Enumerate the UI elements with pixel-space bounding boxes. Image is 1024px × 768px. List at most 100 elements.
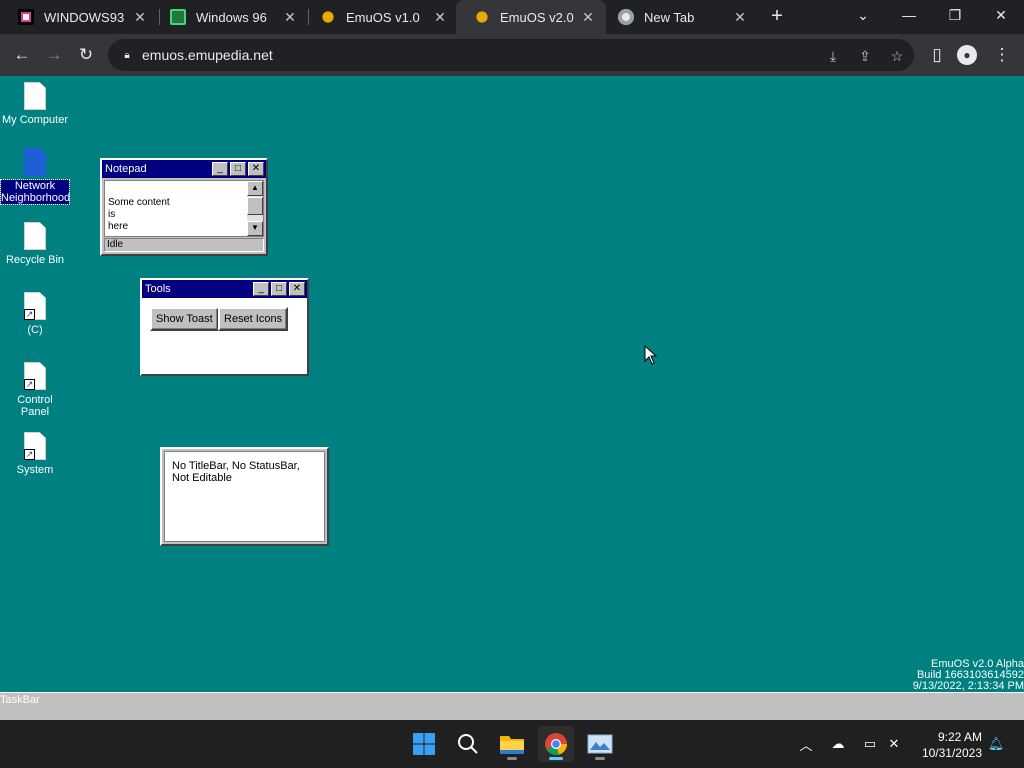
shortcut-arrow-icon: ↗ [24, 449, 35, 460]
minimize-icon[interactable]: _ [253, 282, 269, 296]
close-icon[interactable]: ✕ [732, 9, 748, 25]
close-icon[interactable]: ✕ [580, 9, 596, 25]
address-bar[interactable]: 🔒︎ emuos.emupedia.net ⤓ ⇪ ☆ [108, 39, 914, 71]
icon-label: My Computer [1, 114, 69, 126]
close-window-button[interactable]: ✕ [978, 0, 1024, 30]
tab-emuos-v1[interactable]: EmuOS v1.0 ✕ [302, 0, 458, 34]
tab-strip: WINDOWS93 ✕ Windows 96 ✕ EmuOS v1.0 ✕ Em… [0, 0, 1024, 34]
back-button[interactable]: ← [10, 43, 34, 67]
desktop-icon-system[interactable]: ↗ System [0, 432, 70, 476]
plain-window[interactable]: No TitleBar, No StatusBar, Not Editable [160, 447, 329, 546]
tools-titlebar[interactable]: Tools _ □ ✕ [142, 280, 307, 298]
version-info: EmuOS v2.0 Alpha Build 1663103614592 9/1… [913, 659, 1024, 692]
reset-icons-button[interactable]: Reset Icons [218, 307, 289, 331]
show-hidden-icons-chevron-icon[interactable]: ︿ [796, 734, 816, 754]
tab-title: WINDOWS93 [44, 9, 125, 25]
network-icon [24, 148, 46, 176]
minimize-button[interactable]: — [886, 0, 932, 30]
plain-window-text: No TitleBar, No StatusBar, Not Editable [172, 460, 300, 484]
tab-windows96[interactable]: Windows 96 ✕ [152, 0, 308, 34]
scroll-thumb[interactable] [247, 197, 263, 215]
window-title: Notepad [105, 163, 147, 175]
clock-date: 10/31/2023 [921, 746, 982, 760]
file-explorer-button[interactable] [494, 726, 530, 762]
close-icon[interactable]: ✕ [248, 162, 264, 176]
close-icon[interactable]: ✕ [132, 9, 148, 25]
close-icon[interactable]: ✕ [282, 9, 298, 25]
chrome-button[interactable] [538, 726, 574, 762]
start-button[interactable] [406, 726, 442, 762]
desktop-icon-my-computer[interactable]: My Computer [0, 82, 70, 126]
folder-icon [500, 736, 524, 754]
onedrive-icon[interactable]: ☁ [828, 734, 848, 754]
scroll-up-icon[interactable]: ▲ [247, 181, 263, 196]
notepad-line: Some content [108, 197, 170, 208]
status-bar: Idle [104, 238, 264, 252]
notepad-line: here [108, 221, 129, 232]
browser-menu-icon[interactable]: ⋮ [990, 43, 1014, 67]
vertical-scrollbar[interactable]: ▲ ▼ [247, 181, 263, 236]
show-toast-button[interactable]: Show Toast [150, 307, 219, 331]
search-button[interactable] [450, 726, 486, 762]
forward-button[interactable]: → [42, 43, 66, 67]
tab-title: EmuOS v1.0 [346, 9, 420, 25]
emuos-favicon [476, 11, 488, 23]
shortcut-arrow-icon: ↗ [24, 379, 35, 390]
windows-taskbar: ︿ ☁ ▭ ✕ 9:22 AM 10/31/2023 🔔︎ [0, 720, 1024, 768]
emuos-desktop[interactable]: My Computer Network Neighborhood Recycle… [0, 76, 1024, 720]
restore-button[interactable]: ❐ [932, 0, 978, 30]
maximize-icon[interactable]: □ [271, 282, 287, 296]
notification-bell-icon[interactable]: 🔔︎ [986, 734, 1006, 754]
share-icon[interactable]: ⇪ [856, 47, 874, 65]
shortcut-icon: ↗ [24, 362, 46, 390]
browser-toolbar: ← → ↻ 🔒︎ emuos.emupedia.net ⤓ ⇪ ☆ ▯ ● ⋮ [0, 34, 1024, 76]
install-app-icon[interactable]: ⤓ [824, 47, 842, 65]
maximize-icon[interactable]: □ [230, 162, 246, 176]
notepad-text-area[interactable]: Some content is here ▲ ▼ [104, 180, 264, 237]
notepad-titlebar[interactable]: Notepad _ □ ✕ [102, 160, 266, 178]
desktop-icon-network-neighborhood[interactable]: Network Neighborhood [0, 148, 71, 205]
profile-avatar[interactable]: ● [957, 45, 977, 65]
tools-window[interactable]: Tools _ □ ✕ Show Toast Reset Icons [140, 278, 309, 376]
scroll-down-icon[interactable]: ▼ [247, 221, 263, 236]
tab-search-chevron-icon[interactable]: ⌄ [840, 0, 886, 30]
tab-new-tab[interactable]: New Tab ✕ [600, 0, 758, 34]
window-title: Tools [145, 283, 171, 295]
side-panel-icon[interactable]: ▯ [925, 43, 949, 67]
emuos-taskbar[interactable]: TaskBar [0, 692, 1024, 720]
shortcut-arrow-icon: ↗ [24, 309, 35, 320]
icon-label: System [16, 464, 54, 476]
close-icon[interactable]: ✕ [432, 9, 448, 25]
icon-label: (C) [27, 324, 43, 336]
notepad-window[interactable]: Notepad _ □ ✕ Some content is here ▲ ▼ I… [100, 158, 268, 256]
network-icon[interactable]: ▭ [860, 734, 880, 754]
clock-time: 9:22 AM [937, 730, 982, 744]
tab-emuos-v2[interactable]: EmuOS v2.0 ✕ [456, 0, 606, 34]
bookmark-star-icon[interactable]: ☆ [888, 47, 906, 65]
photos-icon [587, 734, 613, 754]
tab-windows93[interactable]: WINDOWS93 ✕ [0, 0, 158, 34]
reload-button[interactable]: ↻ [74, 43, 98, 67]
desktop-icon-control-panel[interactable]: ↗ Control Panel [0, 362, 70, 418]
running-indicator [507, 757, 517, 760]
desktop-icon-drive-c[interactable]: ↗ (C) [0, 292, 70, 336]
minimize-icon[interactable]: _ [212, 162, 228, 176]
recycle-bin-icon [24, 222, 46, 250]
icon-label: Network Neighborhood [0, 179, 71, 205]
tab-title: EmuOS v2.0 [500, 9, 574, 25]
desktop-icon-recycle-bin[interactable]: Recycle Bin [0, 222, 70, 266]
system-clock[interactable]: 9:22 AM 10/31/2023 [922, 729, 982, 761]
close-icon[interactable]: ✕ [289, 282, 305, 296]
photos-button[interactable] [582, 726, 618, 762]
taskbar-label: TaskBar [0, 694, 40, 706]
shortcut-icon: ↗ [24, 292, 46, 320]
new-tab-button[interactable]: + [766, 5, 788, 27]
build-date-line: 9/13/2022, 2:13:34 PM [912, 680, 1024, 692]
icon-label: Control Panel [17, 394, 53, 418]
running-indicator [549, 757, 563, 760]
shortcut-icon: ↗ [24, 432, 46, 460]
volume-muted-icon[interactable]: ✕ [884, 734, 904, 754]
windows-logo-icon [413, 733, 435, 755]
running-indicator [595, 757, 605, 760]
tab-title: Windows 96 [196, 9, 267, 25]
